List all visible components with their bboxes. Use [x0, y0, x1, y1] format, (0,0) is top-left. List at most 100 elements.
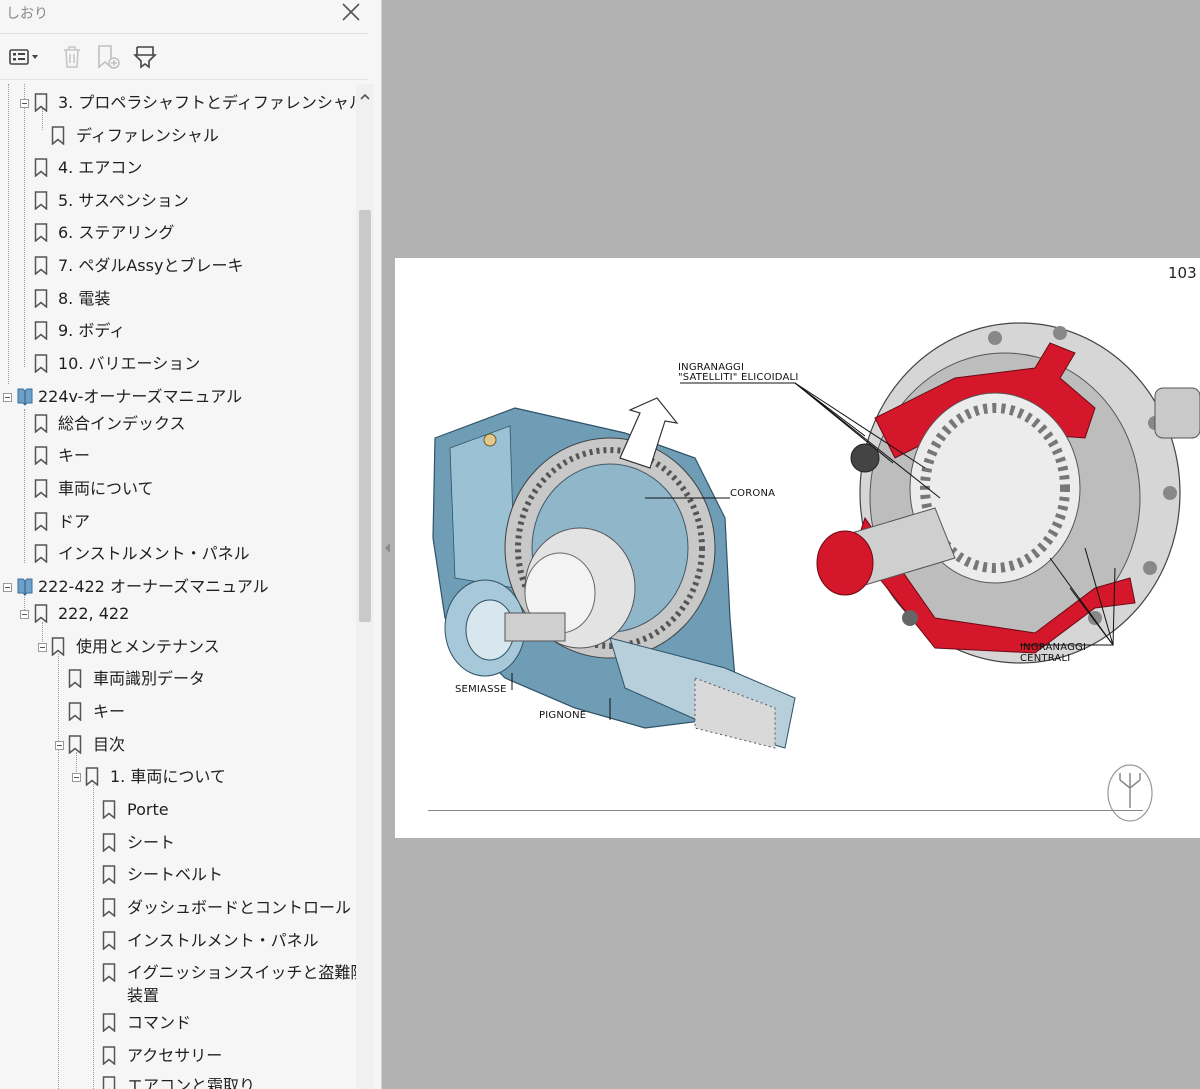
collapse-toggle-icon[interactable]: [55, 741, 64, 750]
options-button[interactable]: [6, 42, 42, 72]
list-options-icon: [9, 49, 38, 65]
bookmarks-toolbar: [0, 33, 368, 80]
bookmark-icon: [34, 354, 48, 373]
bookmark-icon: [102, 1013, 116, 1032]
scrollbar-thumb[interactable]: [359, 210, 371, 622]
bookmark-icon: [34, 289, 48, 308]
bookmark-item[interactable]: イグニッションスイッチと盗難防止 装置: [0, 956, 356, 1008]
collapse-toggle-icon[interactable]: [3, 583, 12, 592]
bookmark-item[interactable]: キー: [0, 695, 356, 725]
collapse-toggle-icon[interactable]: [20, 610, 29, 619]
bookmark-icon: [68, 669, 82, 688]
bookmark-label: 車両について: [58, 479, 154, 498]
bookmarks-panel: しおり 3. プロペラシャフトとディファレンシャル ディファレンシャル 4. エ…: [0, 0, 382, 1089]
bookmark-item[interactable]: インストルメント・パネル: [0, 924, 356, 954]
bookmark-label: シートベルト: [127, 865, 224, 884]
document-page: 103 INGRANAGGI "SATELLITI" ELICOIDALI CO…: [395, 258, 1200, 838]
add-bookmark-button[interactable]: [94, 42, 124, 72]
document-bookmark-item[interactable]: 222-422 オーナーズマニュアル: [0, 570, 356, 600]
bookmark-label: 車両識別データ: [93, 669, 206, 688]
bookmark-item[interactable]: 8. 電装: [0, 282, 356, 312]
bookmark-item[interactable]: コマンド: [0, 1006, 356, 1036]
bookmark-item[interactable]: 7. ペダルAssyとブレーキ: [0, 249, 356, 279]
bookmark-item[interactable]: 10. バリエーション: [0, 347, 356, 377]
trash-icon: [64, 46, 80, 68]
left-differential-drawing: [432, 397, 796, 749]
bookmark-item[interactable]: 目次: [0, 728, 356, 758]
bookmark-item[interactable]: 車両識別データ: [0, 662, 356, 692]
bookmark-item[interactable]: ダッシュボードとコントロール: [0, 891, 356, 921]
bookmark-item[interactable]: 使用とメンテナンス: [0, 630, 356, 660]
bookmark-item[interactable]: 1. 車両について: [0, 760, 356, 790]
collapse-toggle-icon[interactable]: [3, 393, 12, 402]
bookmark-label: 1. 車両について: [110, 767, 226, 786]
callout-semiasse: SEMIASSE: [455, 684, 507, 695]
chevron-up-icon[interactable]: [356, 88, 374, 106]
bookmark-item[interactable]: シート: [0, 826, 356, 856]
collapse-toggle-icon[interactable]: [38, 643, 47, 652]
callout-satelliti-line2: "SATELLITI" ELICOIDALI: [678, 372, 799, 383]
bookmark-icon: [34, 479, 48, 498]
callout-centrali-line2: CENTRALI: [1020, 653, 1071, 664]
bookmark-icon: [102, 800, 116, 819]
bookmark-item[interactable]: 4. エアコン: [0, 151, 356, 181]
bookmark-item[interactable]: 222, 422: [0, 597, 356, 627]
bookmark-item[interactable]: インストルメント・パネル: [0, 537, 356, 567]
bookmark-label: コマンド: [127, 1013, 192, 1032]
bookmarks-header: しおり: [0, 0, 381, 30]
bookmark-icon: [102, 1076, 116, 1089]
collapse-toggle-icon[interactable]: [72, 773, 81, 782]
bookmark-icon: [85, 767, 99, 786]
expand-bookmark-button[interactable]: [130, 42, 160, 72]
bookmark-item[interactable]: ドア: [0, 505, 356, 535]
close-icon[interactable]: [340, 1, 362, 23]
collapse-panel-icon[interactable]: [383, 540, 393, 556]
bookmark-icon: [34, 512, 48, 531]
bookmark-label: 10. バリエーション: [58, 354, 201, 373]
bookmark-icon: [34, 604, 48, 623]
bookmark-label: キー: [58, 446, 91, 465]
bookmark-icon: [34, 191, 48, 210]
bookmark-label: 3. プロペラシャフトとディファレンシャル: [58, 93, 356, 112]
bookmark-item[interactable]: ディファレンシャル: [0, 119, 356, 149]
bookmark-item[interactable]: 6. ステアリング: [0, 216, 356, 246]
bookmark-icon: [102, 931, 116, 950]
bookmark-item[interactable]: 9. ボディ: [0, 314, 356, 344]
bookmark-label: キー: [93, 702, 126, 721]
bookmark-search-icon: [133, 46, 157, 69]
bookmark-label: ドア: [58, 512, 91, 531]
add-bookmark-icon: [98, 45, 120, 69]
bookmark-label: 目次: [93, 735, 126, 754]
bookmark-label: 222-422 オーナーズマニュアル: [38, 577, 269, 596]
document-bookmark-item[interactable]: 224v-オーナーズマニュアル: [0, 380, 356, 410]
right-differential-drawing: [816, 322, 1200, 664]
bookmark-label: アクセサリー: [127, 1046, 223, 1065]
bookmark-icon: [102, 1046, 116, 1065]
bookmark-item[interactable]: アクセサリー: [0, 1039, 356, 1069]
bookmark-item[interactable]: 3. プロペラシャフトとディファレンシャル: [0, 86, 356, 116]
bookmark-item[interactable]: エアコンと霜取り: [0, 1069, 356, 1089]
bookmark-label: 222, 422: [58, 604, 130, 623]
bookmark-item[interactable]: 車両について: [0, 472, 356, 502]
callout-pignone: PIGNONE: [539, 710, 587, 721]
bookmark-icon: [34, 158, 48, 177]
bookmark-item[interactable]: キー: [0, 439, 356, 469]
bookmark-item[interactable]: 5. サスペンション: [0, 184, 356, 214]
bookmark-label: Porte: [127, 800, 169, 819]
bookmark-item[interactable]: Porte: [0, 793, 356, 823]
bookmark-label: ディファレンシャル: [76, 126, 219, 145]
bookmark-label: 8. 電装: [58, 289, 111, 308]
maserati-trident-logo: [1107, 764, 1153, 822]
collapse-toggle-icon[interactable]: [20, 99, 29, 108]
bookmark-icon: [102, 898, 116, 917]
bookmark-item[interactable]: 総合インデックス: [0, 407, 356, 437]
bookmark-label: 224v-オーナーズマニュアル: [38, 387, 243, 406]
bookmark-label: インストルメント・パネル: [127, 931, 319, 950]
bookmark-icon: [34, 544, 48, 563]
bookmark-label-continued: 装置: [127, 986, 160, 1005]
bookmark-item[interactable]: シートベルト: [0, 858, 356, 888]
callout-corona: CORONA: [730, 488, 776, 499]
bookmark-label: 7. ペダルAssyとブレーキ: [58, 256, 244, 275]
delete-button[interactable]: [58, 42, 86, 72]
bookmark-icon: [102, 833, 116, 852]
